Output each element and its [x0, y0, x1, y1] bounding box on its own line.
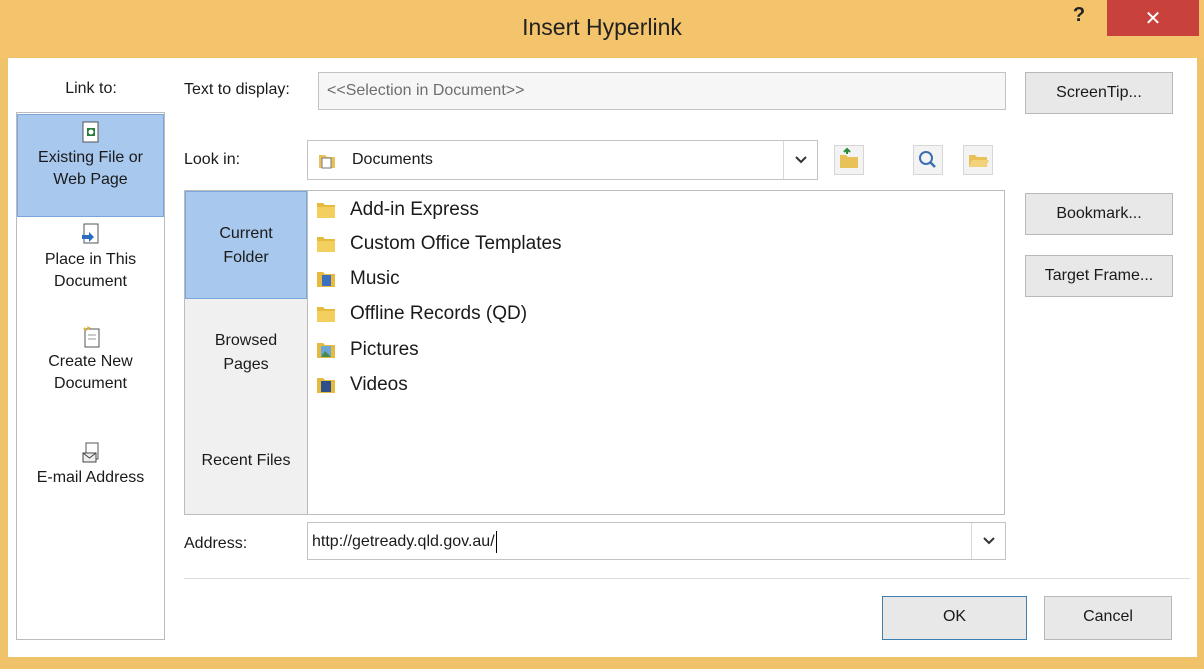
music-folder-icon [317, 272, 335, 287]
cancel-button[interactable]: Cancel [1044, 596, 1172, 640]
open-folder-icon [969, 155, 989, 167]
chevron-down-icon [982, 537, 995, 545]
file-name: Custom Office Templates [350, 233, 562, 254]
nav-browsed-pages-line2: Pages [223, 356, 269, 373]
link-to-place-line2: Document [54, 273, 127, 290]
target-frame-button[interactable]: Target Frame... [1025, 255, 1173, 297]
screentip-button[interactable]: ScreenTip... [1025, 72, 1173, 114]
file-list: Add-in Express Custom Office Templates M… [307, 190, 1005, 515]
file-name: Videos [350, 374, 408, 395]
insert-hyperlink-dialog: Insert Hyperlink ? ✕ Link to: Existing F… [0, 0, 1204, 669]
up-one-folder-button[interactable] [834, 145, 864, 175]
window-bottom-border [0, 657, 1204, 669]
look-in-value: Documents [352, 151, 433, 168]
new-document-icon [82, 326, 99, 348]
place-in-document-icon [81, 223, 98, 244]
bookmark-button[interactable]: Bookmark... [1025, 193, 1173, 235]
address-value: http://getready.qld.gov.au/ [312, 533, 495, 551]
file-name: Add-in Express [350, 199, 479, 220]
link-to-place-in-document[interactable]: Place in This Document [17, 223, 164, 315]
link-to-label: Link to: [65, 80, 117, 97]
nav-browsed-pages[interactable]: Browsed Pages [185, 329, 307, 385]
nav-current-folder-line1: Current [219, 225, 273, 242]
browse-nav-panel: Current Folder Browsed Pages Recent File… [184, 190, 308, 515]
link-to-existing-line1: Existing File or [38, 149, 143, 166]
address-input[interactable]: http://getready.qld.gov.au/ [312, 531, 497, 553]
link-to-email-line1: E-mail Address [36, 469, 145, 486]
documents-folder-icon [319, 155, 335, 169]
folder-icon [317, 307, 335, 322]
link-to-existing-line2: Web Page [53, 171, 128, 188]
folder-icon [317, 237, 335, 252]
link-to-email-address[interactable]: E-mail Address [17, 441, 164, 511]
nav-recent-files[interactable]: Recent Files [185, 449, 307, 479]
look-in-label: Look in: [184, 151, 241, 168]
up-folder-icon [840, 147, 858, 168]
file-name: Pictures [350, 339, 419, 360]
email-address-icon [82, 442, 98, 463]
address-label: Address: [184, 535, 248, 552]
link-to-create-new-document[interactable]: Create New Document [17, 325, 164, 417]
link-to-panel: Existing File or Web Page Place in This … [16, 112, 165, 640]
title-bar: Insert Hyperlink ? ✕ [0, 0, 1204, 58]
nav-current-folder[interactable]: Current Folder [185, 191, 307, 299]
look-in-combo[interactable]: Documents [307, 140, 818, 180]
file-name: Music [350, 268, 400, 289]
close-button[interactable]: ✕ [1107, 0, 1199, 36]
text-cursor [495, 531, 497, 553]
file-name: Offline Records (QD) [350, 303, 528, 324]
browse-web-button[interactable] [913, 145, 943, 175]
link-to-existing-file[interactable]: Existing File or Web Page [17, 114, 164, 217]
help-button[interactable]: ? [1061, 4, 1097, 30]
address-dropdown-arrow[interactable] [971, 523, 1005, 559]
address-combo[interactable]: http://getready.qld.gov.au/ [307, 522, 1006, 560]
text-to-display-label: Text to display: [184, 81, 290, 98]
pictures-folder-icon [317, 343, 335, 358]
chevron-down-icon [794, 156, 807, 164]
folder-icon [317, 203, 335, 218]
link-to-create-line1: Create New [48, 353, 133, 370]
browse-file-button[interactable] [963, 145, 993, 175]
link-to-place-line1: Place in This [44, 251, 137, 268]
link-to-create-line2: Document [54, 375, 127, 392]
browse-web-icon [919, 151, 936, 168]
dialog-title: Insert Hyperlink [522, 14, 682, 40]
videos-folder-icon [317, 378, 335, 393]
look-in-dropdown-arrow[interactable] [783, 141, 817, 179]
footer-separator [184, 578, 1190, 579]
ok-button[interactable]: OK [882, 596, 1027, 640]
text-to-display-field[interactable]: <<Selection in Document>> [318, 72, 1006, 110]
nav-browsed-pages-line1: Browsed [214, 332, 278, 349]
existing-file-icon [82, 121, 98, 143]
nav-current-folder-line2: Folder [223, 249, 269, 266]
